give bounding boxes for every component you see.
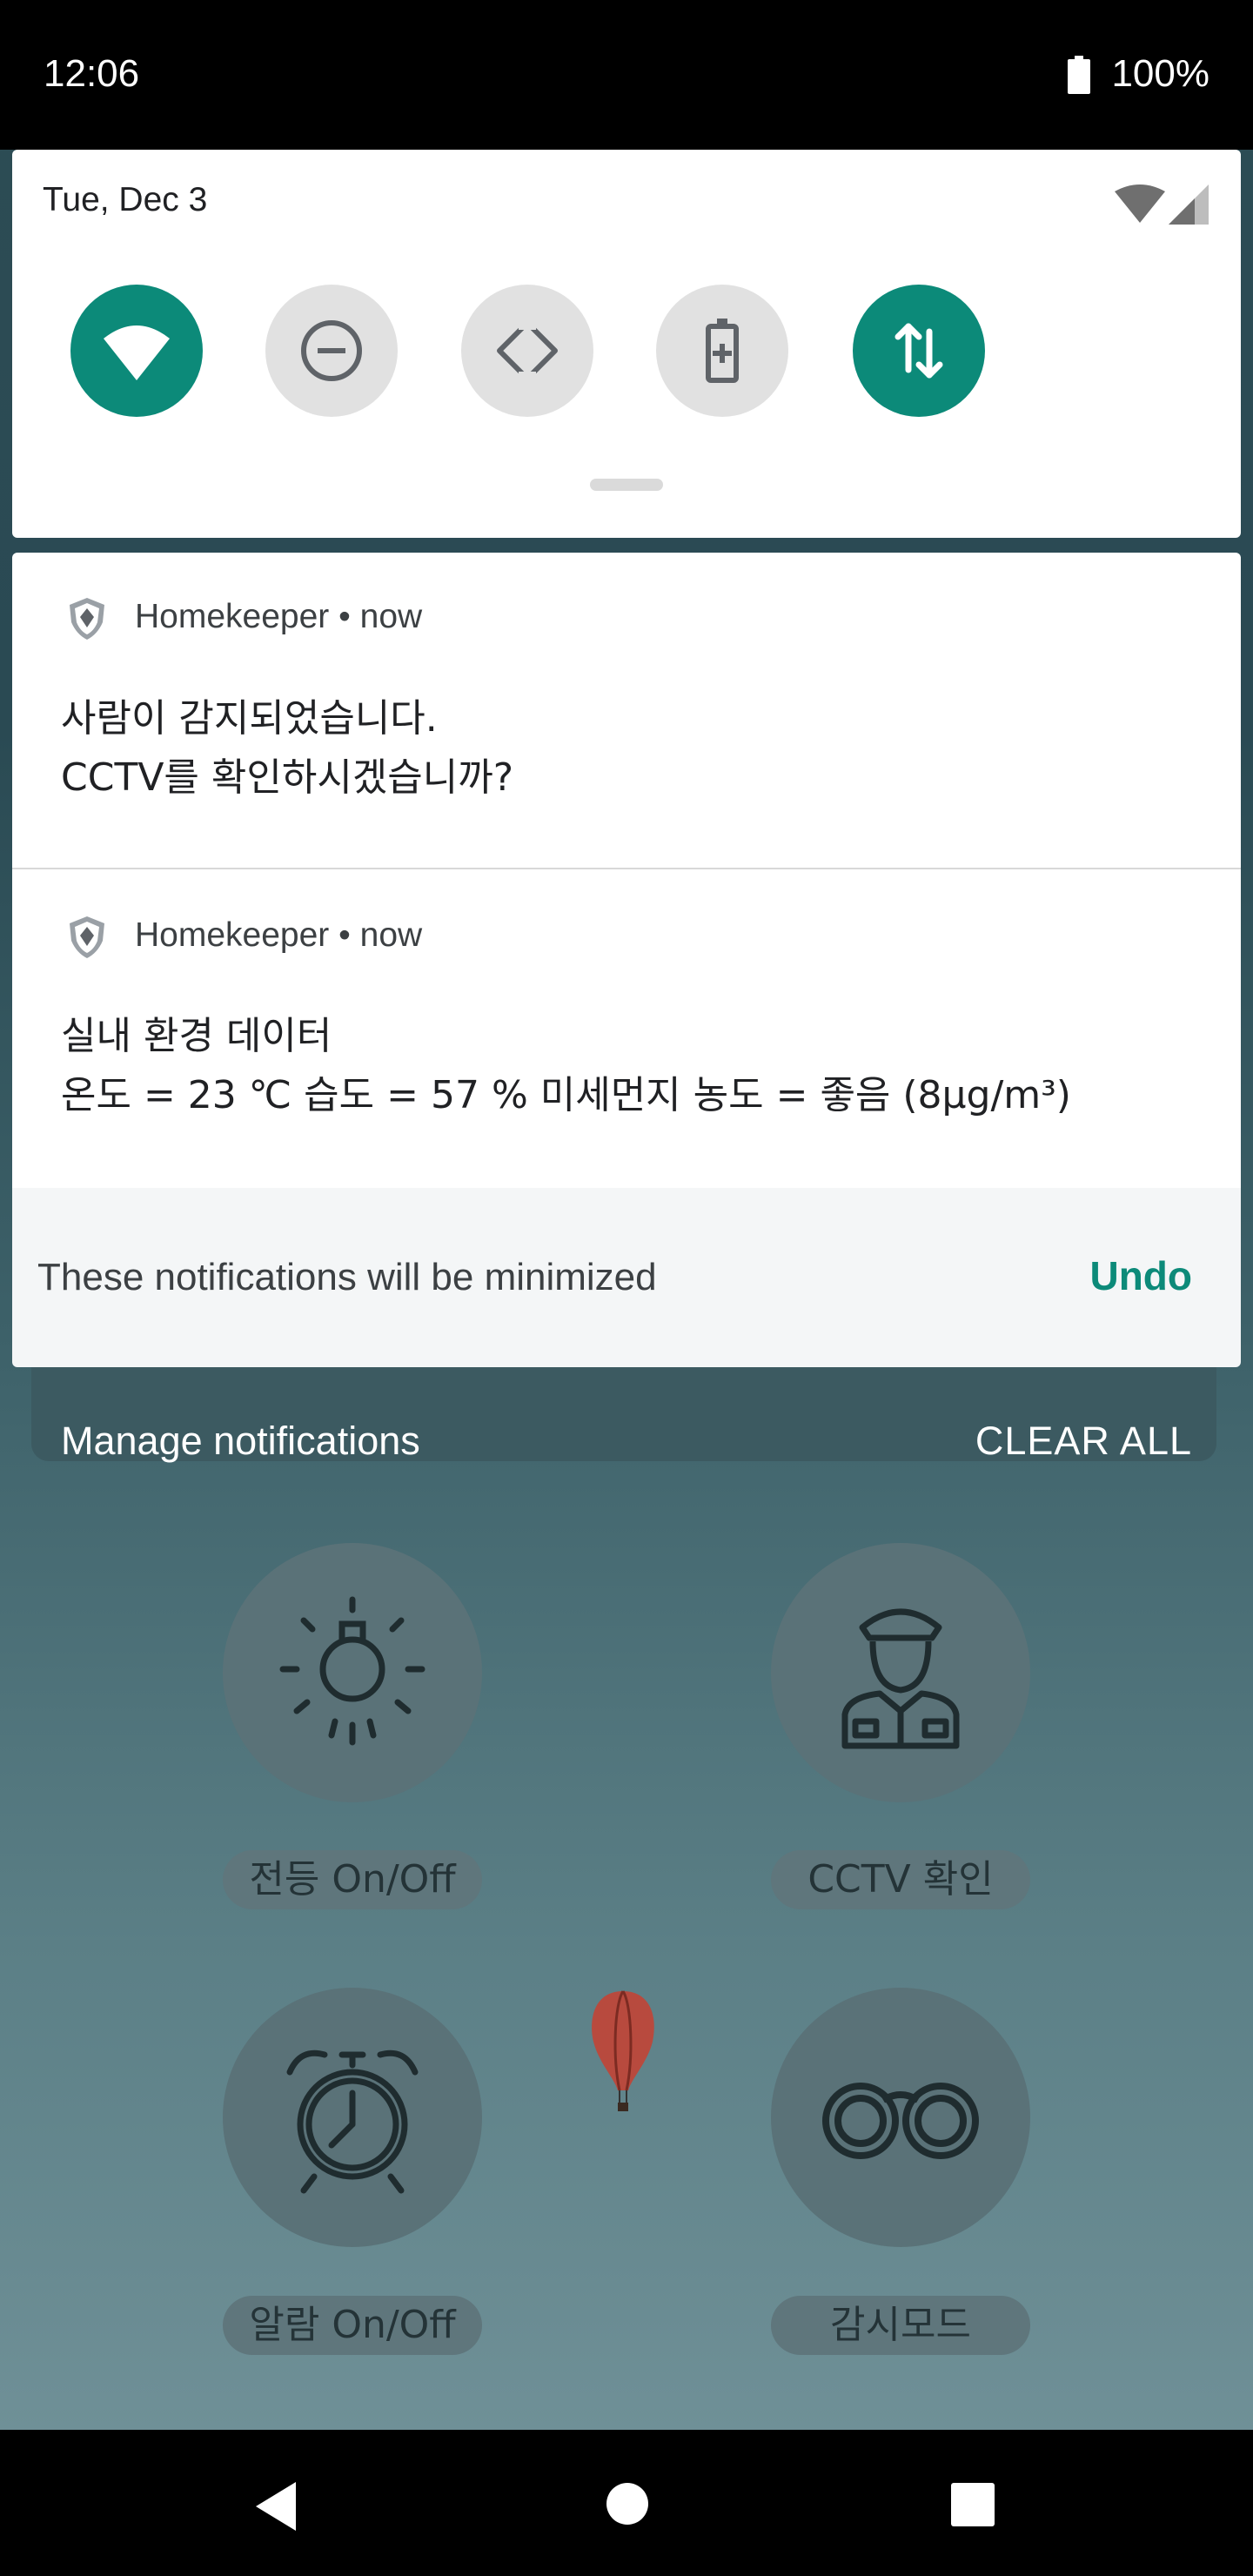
do-not-disturb-icon — [301, 320, 362, 381]
light-toggle-tile[interactable] — [223, 1543, 482, 1802]
qs-tile-battery-saver[interactable] — [656, 285, 788, 417]
minimize-message: These notifications will be minimized — [37, 1256, 657, 1298]
notification-card[interactable]: Homekeeper • now 실내 환경 데이터 온도 = 23 ℃ 습도 … — [12, 869, 1241, 1188]
clear-all-button[interactable]: CLEAR ALL — [975, 1419, 1192, 1464]
homekeeper-app-icon — [70, 598, 104, 640]
back-icon[interactable] — [252, 2480, 299, 2532]
status-bar: 12:06 100% — [0, 0, 1253, 150]
cctv-check-label: CCTV 확인 — [771, 1850, 1030, 1909]
notification-header: Homekeeper • now — [135, 598, 422, 636]
notification-message: CCTV를 확인하시겠습니까? — [61, 755, 514, 800]
qs-tile-do-not-disturb[interactable] — [265, 285, 398, 417]
mobile-data-icon — [895, 323, 943, 379]
light-bulb-icon — [279, 1596, 425, 1746]
surveillance-mode-label: 감시모드 — [771, 2296, 1030, 2355]
homekeeper-app-icon — [70, 916, 104, 958]
battery-icon — [1068, 56, 1090, 94]
battery-saver-icon — [706, 319, 739, 383]
notification-message: 온도 = 23 ℃ 습도 = 57 % 미세먼지 농도 = 좋음 (8μg/m³… — [61, 1073, 1071, 1117]
undo-button[interactable]: Undo — [1089, 1252, 1192, 1299]
notification-text: 실내 환경 데이터 온도 = 23 ℃ 습도 = 57 % 미세먼지 농도 = … — [61, 1007, 1071, 1125]
guard-icon — [841, 1608, 960, 1749]
qs-tile-auto-rotate[interactable] — [461, 285, 593, 417]
wifi-icon — [104, 325, 170, 380]
wifi-signal-icon — [1115, 184, 1165, 223]
alarm-toggle-tile[interactable] — [223, 1988, 482, 2247]
manage-notifications-button[interactable]: Manage notifications — [61, 1419, 420, 1464]
home-icon[interactable] — [606, 2482, 649, 2526]
alarm-toggle-label: 알람 On/Off — [223, 2296, 482, 2355]
notification-time: now — [359, 916, 423, 954]
battery-percentage: 100% — [1111, 52, 1209, 95]
header-separator: • — [338, 916, 360, 954]
qs-tile-mobile-data[interactable] — [853, 285, 985, 417]
surveillance-mode-tile[interactable] — [771, 1988, 1030, 2247]
binoculars-icon — [822, 2083, 979, 2159]
cell-signal-icon — [1169, 184, 1209, 225]
notification-time: now — [359, 598, 423, 635]
hot-air-balloon-image — [592, 1990, 654, 2111]
qs-date: Tue, Dec 3 — [43, 181, 208, 218]
cctv-check-tile[interactable] — [771, 1543, 1030, 1802]
notification-app-name: Homekeeper — [135, 916, 330, 954]
qs-tile-wifi[interactable] — [70, 285, 203, 417]
notification-app-name: Homekeeper — [135, 598, 330, 635]
header-separator: • — [338, 598, 360, 635]
status-time: 12:06 — [44, 52, 140, 95]
quick-settings-panel: Tue, Dec 3 — [12, 150, 1241, 538]
auto-rotate-icon — [497, 318, 558, 384]
light-toggle-label: 전등 On/Off — [223, 1850, 482, 1909]
notification-text: 사람이 감지되었습니다. CCTV를 확인하시겠습니까? — [61, 689, 513, 808]
notification-title: 사람이 감지되었습니다. — [61, 696, 438, 741]
minimize-notice: These notifications will be minimized Un… — [12, 1188, 1241, 1367]
recents-icon[interactable] — [950, 2482, 995, 2527]
qs-drag-handle[interactable] — [590, 479, 663, 491]
notification-header: Homekeeper • now — [135, 916, 422, 955]
notification-title: 실내 환경 데이터 — [61, 1014, 332, 1058]
notification-card[interactable]: Homekeeper • now 사람이 감지되었습니다. CCTV를 확인하시… — [12, 553, 1241, 868]
alarm-clock-icon — [286, 2049, 419, 2194]
